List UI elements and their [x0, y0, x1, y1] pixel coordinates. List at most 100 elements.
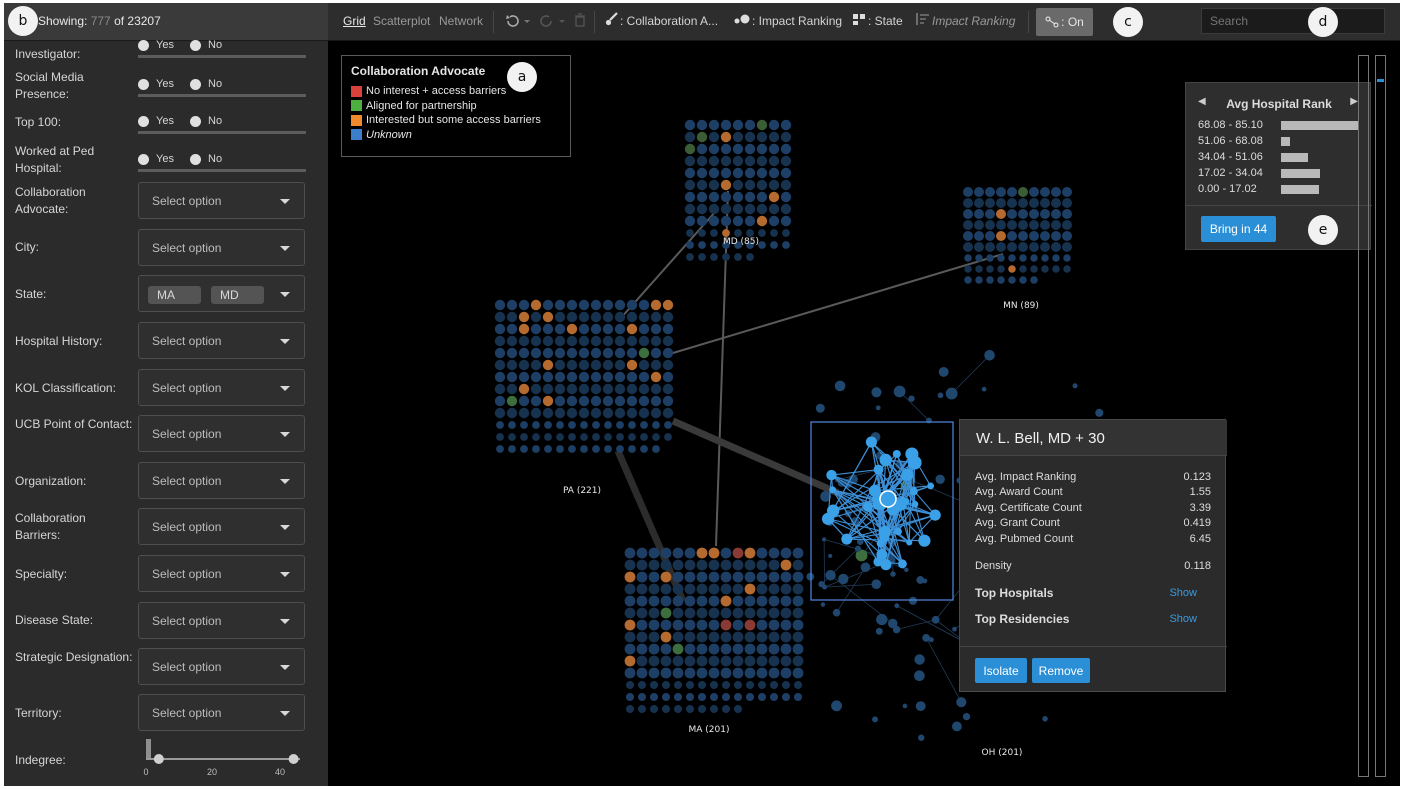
radio-no[interactable]: No	[190, 78, 222, 90]
grid-node[interactable]	[624, 643, 636, 655]
grid-node[interactable]	[996, 220, 1006, 230]
grid-node[interactable]	[793, 692, 803, 702]
grid-node[interactable]	[604, 445, 612, 453]
grid-node[interactable]	[518, 311, 530, 323]
network-node[interactable]	[937, 392, 944, 399]
grid-node[interactable]	[792, 547, 804, 559]
grid-node[interactable]	[508, 433, 516, 441]
grid-node[interactable]	[684, 643, 696, 655]
grid-node[interactable]	[1018, 187, 1028, 197]
grid-node[interactable]	[696, 131, 708, 143]
grid-node[interactable]	[986, 276, 994, 284]
grid-node[interactable]	[542, 407, 554, 419]
grid-node[interactable]	[626, 323, 638, 335]
network-node[interactable]	[822, 584, 828, 590]
grid-node[interactable]	[650, 359, 662, 371]
disease-state-select[interactable]: Select option	[138, 602, 305, 639]
grid-node[interactable]	[636, 607, 648, 619]
grid-node[interactable]	[542, 395, 554, 407]
grid-node[interactable]	[542, 323, 554, 335]
grid-node[interactable]	[756, 619, 768, 631]
grid-node[interactable]	[985, 187, 995, 197]
search-input[interactable]	[1201, 8, 1385, 34]
grid-node[interactable]	[673, 692, 683, 702]
grid-node[interactable]	[698, 253, 706, 261]
grid-node[interactable]	[636, 631, 648, 643]
grid-node[interactable]	[556, 445, 564, 453]
grid-node[interactable]	[733, 704, 743, 714]
grid-node[interactable]	[744, 607, 756, 619]
grid-node[interactable]	[508, 445, 516, 453]
grid-node[interactable]	[626, 383, 638, 395]
grid-node[interactable]	[720, 215, 732, 227]
grid-node[interactable]	[660, 667, 672, 679]
subnetwork-node[interactable]	[876, 539, 885, 548]
grid-node[interactable]	[672, 547, 684, 559]
grid-node[interactable]	[1040, 209, 1050, 219]
grid-node[interactable]	[602, 407, 614, 419]
grid-node[interactable]	[769, 680, 779, 690]
grid-node[interactable]	[696, 119, 708, 131]
grid-node[interactable]	[974, 187, 984, 197]
grid-node[interactable]	[506, 371, 518, 383]
grid-node[interactable]	[494, 407, 506, 419]
grid-node[interactable]	[530, 371, 542, 383]
grid-node[interactable]	[616, 433, 624, 441]
grid-node[interactable]	[974, 220, 984, 230]
grid-node[interactable]	[974, 209, 984, 219]
network-node[interactable]	[888, 618, 898, 629]
subnetwork-node[interactable]	[869, 484, 881, 497]
grid-node[interactable]	[530, 407, 542, 419]
grid-node[interactable]	[780, 559, 792, 571]
grid-node[interactable]	[768, 155, 780, 167]
grid-node[interactable]	[1052, 254, 1060, 262]
grid-node[interactable]	[566, 371, 578, 383]
grid-node[interactable]	[720, 191, 732, 203]
grid-node[interactable]	[720, 655, 732, 667]
grid-node[interactable]	[566, 347, 578, 359]
grid-node[interactable]	[684, 191, 696, 203]
grid-node[interactable]	[756, 131, 768, 143]
grid-node[interactable]	[614, 383, 626, 395]
grid-node[interactable]	[494, 371, 506, 383]
grid-node[interactable]	[662, 395, 674, 407]
grid-node[interactable]	[554, 335, 566, 347]
grid-node[interactable]	[720, 571, 732, 583]
grid-node[interactable]	[640, 445, 648, 453]
grid-node[interactable]	[494, 299, 506, 311]
grid-node[interactable]	[768, 119, 780, 131]
grid-node[interactable]	[506, 323, 518, 335]
subnetwork-node[interactable]	[865, 436, 877, 448]
grid-node[interactable]	[756, 655, 768, 667]
grid-node[interactable]	[720, 559, 732, 571]
grid-node[interactable]	[710, 229, 718, 237]
grid-node[interactable]	[780, 667, 792, 679]
grid-node[interactable]	[1063, 254, 1071, 262]
grid-node[interactable]	[590, 335, 602, 347]
grid-node[interactable]	[708, 131, 720, 143]
grid-node[interactable]	[650, 347, 662, 359]
grid-node[interactable]	[530, 335, 542, 347]
grid-node[interactable]	[780, 203, 792, 215]
grid-node[interactable]	[685, 704, 695, 714]
grid-node[interactable]	[684, 155, 696, 167]
grid-node[interactable]	[1008, 254, 1016, 262]
grid-node[interactable]	[672, 595, 684, 607]
indegree-slider[interactable]: 0 20 40	[138, 737, 308, 785]
grid-node[interactable]	[661, 680, 671, 690]
grid-node[interactable]	[616, 445, 624, 453]
grid-node[interactable]	[662, 383, 674, 395]
grid-node[interactable]	[732, 607, 744, 619]
grid-node[interactable]	[662, 299, 674, 311]
grid-node[interactable]	[1062, 198, 1072, 208]
remove-button[interactable]: Remove	[1032, 658, 1090, 683]
grid-node[interactable]	[544, 421, 552, 429]
grid-node[interactable]	[768, 631, 780, 643]
subnetwork-node[interactable]	[902, 497, 910, 505]
grid-node[interactable]	[624, 583, 636, 595]
isolate-button[interactable]: Isolate	[975, 658, 1027, 683]
grid-node[interactable]	[732, 619, 744, 631]
grid-node[interactable]	[756, 631, 768, 643]
grid-node[interactable]	[684, 215, 696, 227]
grid-node[interactable]	[1040, 187, 1050, 197]
